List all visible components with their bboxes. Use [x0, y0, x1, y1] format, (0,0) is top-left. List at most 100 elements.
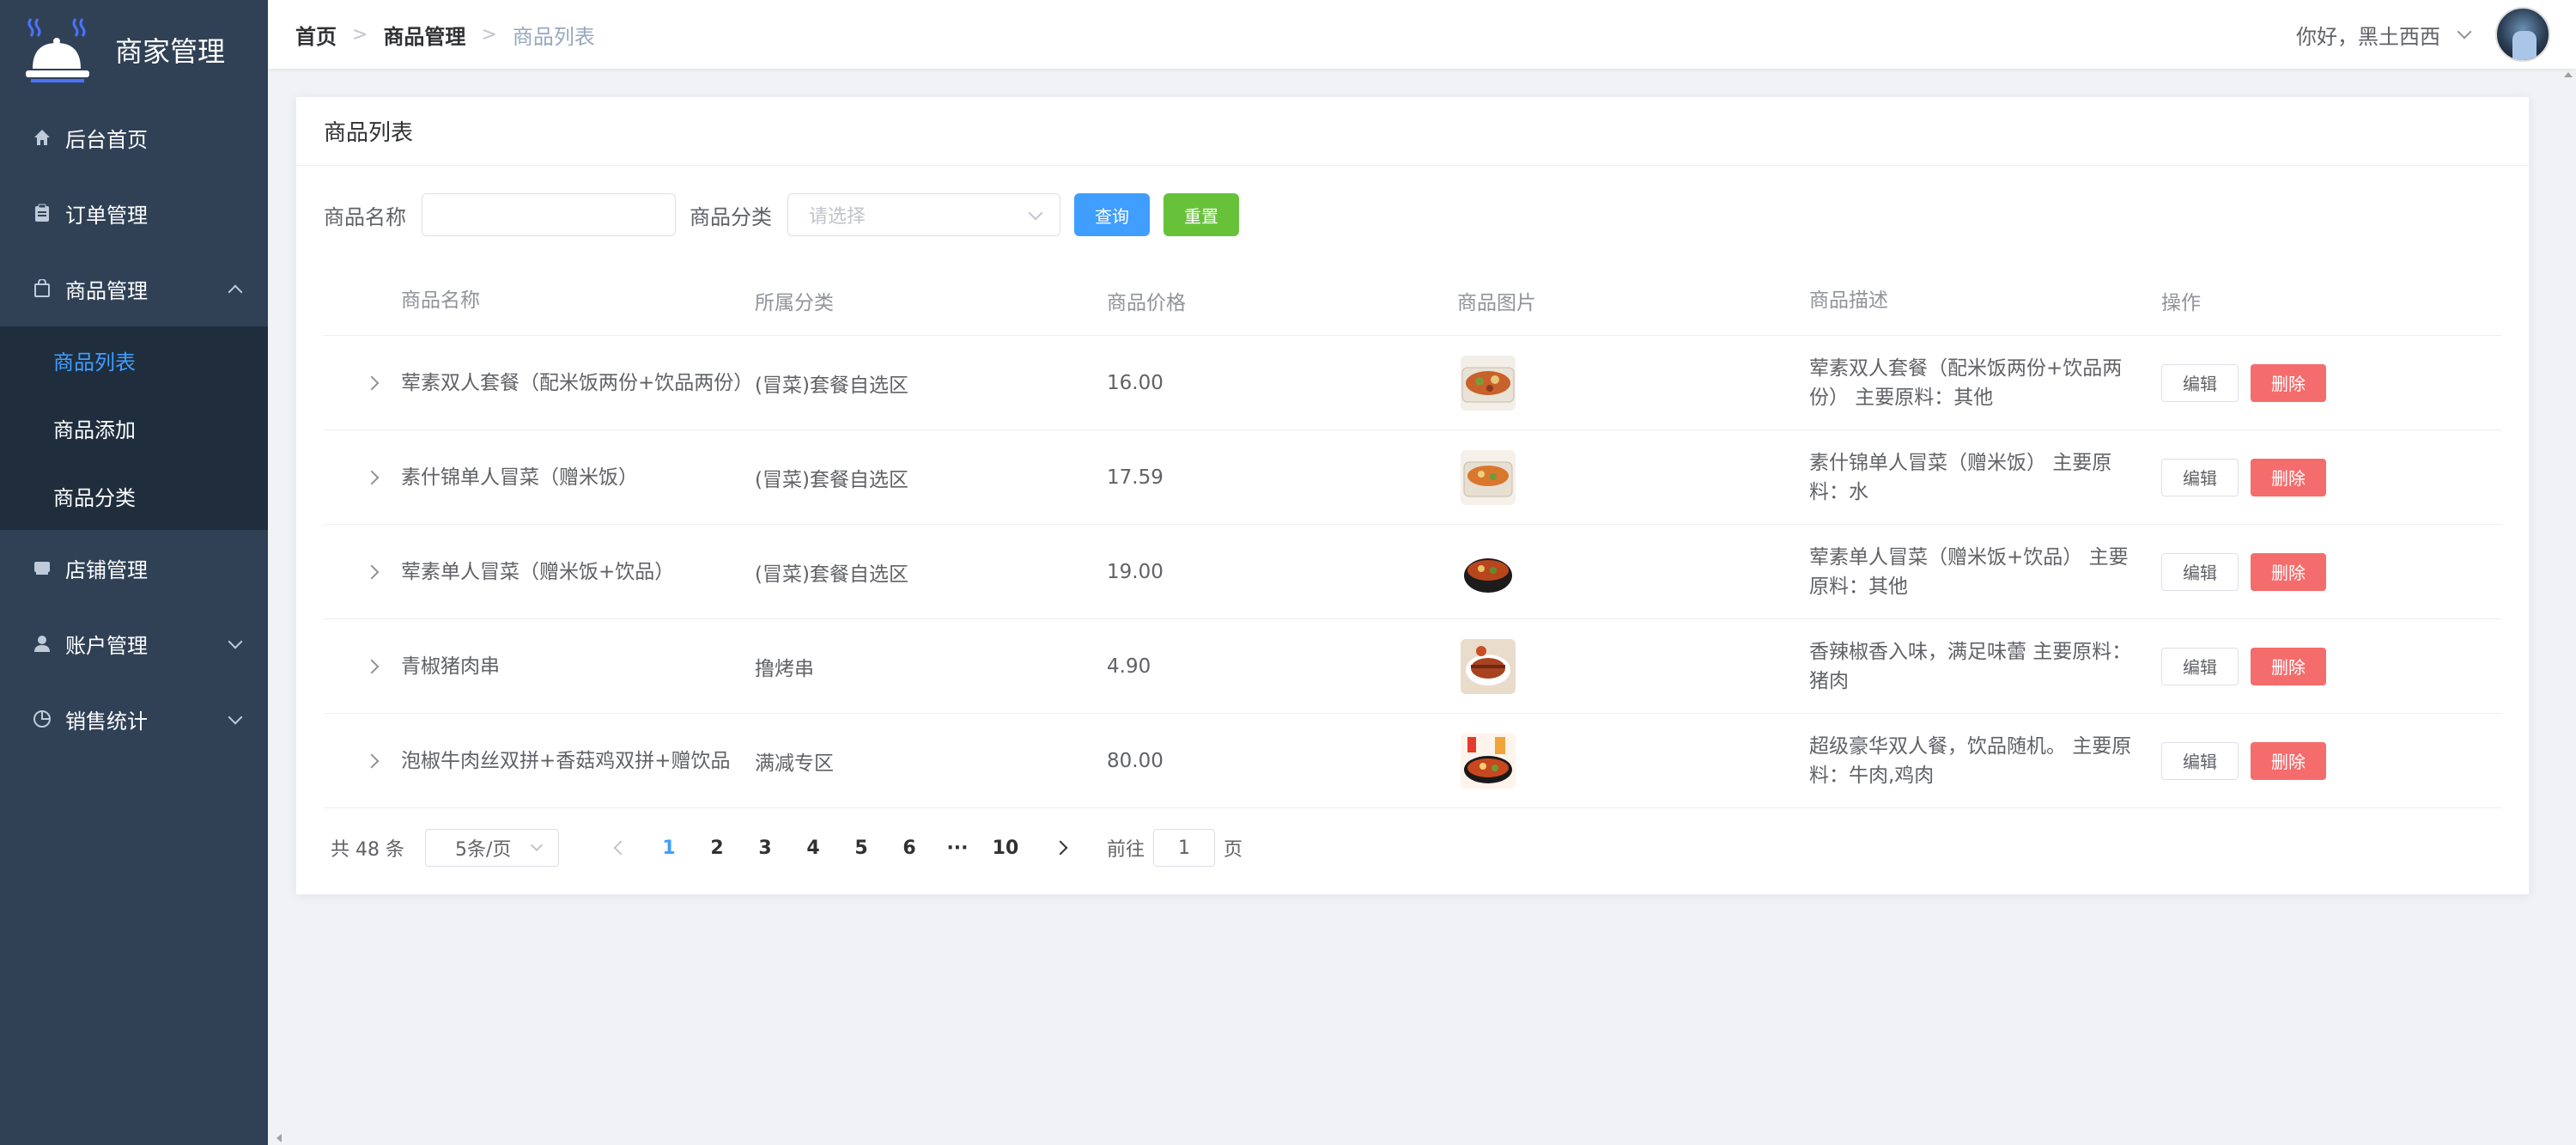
product-category-select[interactable]: 请选择 — [787, 193, 1060, 236]
breadcrumb: 首页 > 商品管理 > 商品列表 — [295, 20, 595, 50]
header-name: 商品名称 — [401, 289, 480, 312]
table-row: 荤素双人套餐（配米饭两份+饮品两份） (冒菜)套餐自选区 16.00 荤素双人套… — [324, 336, 2501, 430]
page-number[interactable]: 6 — [885, 837, 933, 859]
sidebar-item-product-category[interactable]: 商品分类 — [0, 462, 268, 530]
product-category: 撸烤串 — [755, 657, 814, 680]
vertical-scrollbar[interactable] — [2562, 69, 2576, 1131]
delete-button[interactable]: 删除 — [2251, 552, 2326, 591]
product-price: 17.59 — [1107, 466, 1163, 489]
avatar[interactable] — [2495, 7, 2550, 62]
sidebar-item-label: 订单管理 — [65, 203, 148, 228]
product-list-card: 商品列表 商品名称 商品分类 请选择 查询 重置 商品名称 所属分类 商品价格 … — [295, 96, 2530, 895]
user-menu[interactable]: 你好，黑土西西 — [2296, 0, 2550, 69]
horizontal-scrollbar[interactable] — [268, 1131, 2576, 1145]
breadcrumb-products[interactable]: 商品管理 — [383, 20, 465, 50]
header-category: 所属分类 — [755, 291, 834, 314]
sidebar-item-label: 店铺管理 — [65, 557, 148, 582]
product-category: 满减专区 — [755, 752, 834, 775]
edit-button[interactable]: 编辑 — [2161, 647, 2239, 685]
scroll-up-icon[interactable] — [2564, 72, 2573, 77]
product-image — [1461, 733, 1516, 789]
product-description: 荤素单人冒菜（赠米饭+饮品） 主要原料：其他 — [1809, 545, 2129, 598]
sidebar-item-products[interactable]: 商品管理 — [0, 251, 268, 326]
prev-page-icon[interactable] — [613, 840, 629, 856]
product-price: 4.90 — [1107, 655, 1151, 678]
pagination-total: 共 48 条 — [331, 839, 404, 861]
page-number[interactable]: 4 — [789, 837, 837, 859]
user-greeting[interactable]: 你好，黑土西西 — [2296, 20, 2440, 50]
delete-button[interactable]: 删除 — [2251, 741, 2326, 780]
delete-button[interactable]: 删除 — [2251, 458, 2326, 496]
product-image — [1461, 638, 1516, 694]
product-name-input[interactable] — [422, 193, 676, 236]
product-price: 80.00 — [1107, 749, 1163, 772]
product-description: 素什锦单人冒菜（赠米饭） 主要原料：水 — [1809, 451, 2112, 503]
sidebar-item-shop[interactable]: 店铺管理 — [0, 530, 268, 606]
edit-button[interactable]: 编辑 — [2161, 363, 2239, 402]
product-image — [1461, 449, 1516, 505]
more-pages-icon[interactable]: ··· — [933, 837, 981, 859]
breadcrumb-home[interactable]: 首页 — [295, 20, 337, 50]
search-button[interactable]: 查询 — [1074, 193, 1150, 236]
page-number[interactable]: 3 — [741, 837, 789, 859]
page-number[interactable]: 2 — [693, 837, 741, 859]
goto-page-input[interactable]: 1 — [1153, 829, 1215, 867]
product-name: 素什锦单人冒菜（赠米饭） — [401, 466, 638, 489]
select-placeholder: 请选择 — [809, 206, 866, 228]
sidebar-item-label: 销售统计 — [65, 709, 148, 734]
sidebar-item-label: 商品管理 — [65, 278, 148, 303]
breadcrumb-separator-icon: > — [352, 23, 368, 46]
product-name: 荤素单人冒菜（赠米饭+饮品） — [401, 560, 675, 583]
page-size-select[interactable]: 5条/页 — [424, 829, 559, 867]
header-description: 商品描述 — [1809, 289, 1888, 312]
scroll-left-icon[interactable] — [276, 1134, 282, 1142]
expand-row-icon[interactable] — [364, 564, 380, 579]
sidebar-item-sales-stats[interactable]: 销售统计 — [0, 681, 268, 757]
chevron-down-icon — [1028, 205, 1043, 221]
goto-suffix: 页 — [1224, 839, 1243, 861]
edit-button[interactable]: 编辑 — [2161, 552, 2239, 591]
delete-button[interactable]: 删除 — [2251, 647, 2326, 685]
clipboard-icon — [33, 204, 52, 222]
page-size-value: 5条/页 — [454, 839, 512, 861]
goto-prefix: 前往 — [1106, 839, 1145, 861]
chevron-down-icon[interactable] — [2457, 24, 2472, 40]
edit-button[interactable]: 编辑 — [2161, 458, 2239, 496]
sidebar-item-product-list[interactable]: 商品列表 — [0, 326, 268, 394]
header-image: 商品图片 — [1457, 291, 1536, 314]
delete-button[interactable]: 删除 — [2251, 363, 2326, 402]
reset-button[interactable]: 重置 — [1163, 193, 1239, 236]
product-category: (冒菜)套餐自选区 — [755, 374, 908, 397]
expand-row-icon[interactable] — [364, 375, 380, 390]
product-category: (冒菜)套餐自选区 — [755, 563, 908, 586]
sidebar-item-orders[interactable]: 订单管理 — [0, 175, 268, 251]
page-number[interactable]: 10 — [981, 837, 1030, 859]
sidebar-item-dashboard[interactable]: 后台首页 — [0, 100, 268, 175]
products-submenu: 商品列表 商品添加 商品分类 — [0, 326, 268, 530]
product-description: 荤素双人套餐（配米饭两份+饮品两份） 主要原料：其他 — [1809, 356, 2123, 409]
sidebar-item-label: 后台首页 — [65, 127, 148, 152]
page-number[interactable]: 1 — [645, 837, 693, 859]
expand-row-icon[interactable] — [364, 753, 380, 768]
search-form: 商品名称 商品分类 请选择 查询 重置 — [324, 193, 1239, 236]
pie-chart-icon — [33, 710, 52, 728]
table-row: 泡椒牛肉丝双拼+香菇鸡双拼+赠饮品 满减专区 80.00 超级豪华双人餐，饮品随… — [324, 714, 2501, 808]
page-number[interactable]: 5 — [837, 837, 885, 859]
sidebar-item-account[interactable]: 账户管理 — [0, 606, 268, 681]
product-name: 青椒猪肉串 — [401, 655, 500, 678]
card-title: 商品列表 — [296, 97, 2529, 166]
next-page-icon[interactable] — [1053, 840, 1068, 856]
sidebar-item-product-add[interactable]: 商品添加 — [0, 394, 268, 462]
product-table: 商品名称 所属分类 商品价格 商品图片 商品描述 操作 荤素双人套餐（配米饭两份… — [324, 265, 2501, 808]
home-icon — [33, 128, 52, 147]
logo: 商家管理 — [0, 0, 268, 100]
product-description: 超级豪华双人餐，饮品随机。 主要原料：牛肉,鸡肉 — [1809, 734, 2132, 787]
expand-row-icon[interactable] — [364, 659, 380, 673]
breadcrumb-current: 商品列表 — [512, 24, 595, 49]
edit-button[interactable]: 编辑 — [2161, 741, 2239, 780]
user-icon — [33, 634, 52, 653]
cloche-logo-icon — [26, 18, 89, 82]
header-actions: 操作 — [2161, 291, 2201, 314]
expand-row-icon[interactable] — [364, 470, 380, 484]
sidebar: 商家管理 后台首页 订单管理 商品管理 商品列表 商品添加 商品分类 店铺管理 … — [0, 0, 268, 1145]
